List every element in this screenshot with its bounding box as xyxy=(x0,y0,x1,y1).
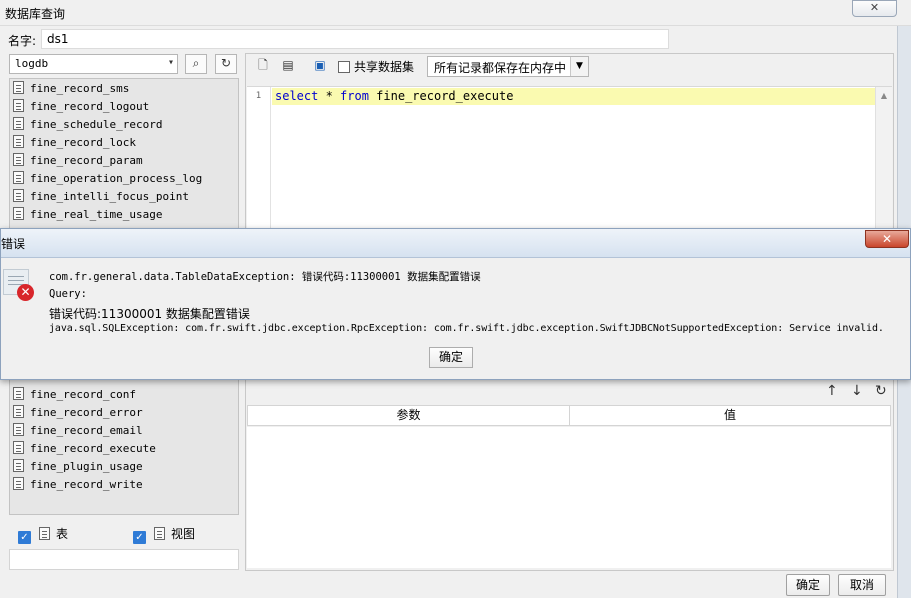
list-item[interactable]: fine_record_execute xyxy=(13,440,238,458)
name-label: 名字: xyxy=(8,34,37,48)
list-item[interactable]: fine_record_write xyxy=(13,476,238,494)
filter-table-checkbox[interactable]: ✓ 表 xyxy=(18,526,68,544)
cancel-button[interactable]: 取消 xyxy=(838,574,886,596)
error-x-icon: ✕ xyxy=(17,284,34,301)
error-dialog-close-button[interactable]: ✕ xyxy=(865,230,909,248)
checkbox-box xyxy=(338,61,350,73)
list-item[interactable]: fine_record_param xyxy=(13,152,238,170)
view-icon xyxy=(154,527,165,540)
sql-editor[interactable]: 1 select * from fine_record_execute ▲ xyxy=(247,86,892,229)
filter-view-checkbox[interactable]: ✓ 视图 xyxy=(133,526,195,544)
table-icon xyxy=(13,135,24,148)
list-item[interactable]: fine_operation_process_log xyxy=(13,170,238,188)
list-item[interactable]: fine_intelli_focus_point xyxy=(13,188,238,206)
list-item[interactable]: fine_record_lock xyxy=(13,134,238,152)
error-code-line: 错误代码:11300001 数据集配置错误 xyxy=(49,307,250,321)
filter-table-label: 表 xyxy=(56,527,69,541)
window-close-button[interactable]: ✕ xyxy=(852,0,897,17)
list-item[interactable]: fine_record_conf xyxy=(13,386,238,404)
save-query-button[interactable]: ▣ xyxy=(309,57,331,77)
param-table-body[interactable] xyxy=(247,427,891,568)
memory-mode-value: 所有记录都保存在内存中 xyxy=(434,61,567,75)
window-title-bar: 数据库查询 ✕ xyxy=(0,0,911,26)
move-up-icon[interactable]: ↑ xyxy=(826,383,838,399)
database-select[interactable]: logdb ▾ xyxy=(9,54,178,74)
editor-scrollbar[interactable]: ▲ xyxy=(875,87,892,229)
error-message-line: com.fr.general.data.TableDataException: … xyxy=(49,271,481,283)
move-down-icon[interactable]: ↓ xyxy=(851,383,863,399)
name-input[interactable]: ds1 xyxy=(41,29,669,49)
list-item[interactable]: fine_schedule_record xyxy=(13,116,238,134)
table-search-input[interactable] xyxy=(9,549,239,570)
list-item[interactable]: fine_record_sms xyxy=(13,80,238,98)
sql-keyword-select: select xyxy=(275,89,319,103)
search-icon: ⌕ xyxy=(192,56,200,70)
refresh-params-icon[interactable]: ↻ xyxy=(875,383,887,399)
filter-view-label: 视图 xyxy=(171,527,196,541)
checkmark-icon: ✓ xyxy=(133,531,146,544)
database-select-value: logdb xyxy=(15,57,49,70)
scroll-up-icon[interactable]: ▲ xyxy=(878,90,890,102)
table-icon xyxy=(13,441,24,454)
list-item[interactable]: fine_record_logout xyxy=(13,98,238,116)
table-icon xyxy=(13,207,24,220)
sql-keyword-from: from xyxy=(340,89,369,103)
database-icon: ▤ xyxy=(282,58,294,72)
table-icon xyxy=(13,153,24,166)
checkmark-icon: ✓ xyxy=(18,531,31,544)
chevron-down-icon: ▼ xyxy=(570,57,588,76)
table-icon xyxy=(39,527,50,540)
error-ok-button[interactable]: 确定 xyxy=(429,347,473,368)
sql-table-name: fine_record_execute xyxy=(368,89,514,103)
refresh-tables-button[interactable]: ↻ xyxy=(215,54,237,74)
chevron-down-icon: ▾ xyxy=(167,57,174,68)
table-icon xyxy=(13,477,24,490)
list-item[interactable]: fine_real_time_usage xyxy=(13,206,238,224)
table-icon xyxy=(13,171,24,184)
sql-star: * xyxy=(318,89,341,103)
memory-mode-select[interactable]: 所有记录都保存在内存中 ▼ xyxy=(427,56,589,77)
table-icon xyxy=(13,81,24,94)
error-icon: ✕ xyxy=(3,269,34,303)
table-icon xyxy=(13,99,24,112)
window-title: 数据库查询 xyxy=(5,7,66,21)
table-icon xyxy=(13,189,24,202)
search-table-button[interactable]: ⌕ xyxy=(185,54,207,74)
list-item[interactable]: fine_record_error xyxy=(13,404,238,422)
error-dialog-title: 错误 xyxy=(1,237,26,251)
table-icon xyxy=(13,405,24,418)
table-icon xyxy=(13,423,24,436)
share-dataset-label: 共享数据集 xyxy=(354,60,415,74)
share-dataset-checkbox[interactable]: 共享数据集 xyxy=(338,60,414,74)
error-dialog: 错误 ✕ ✕ com.fr.general.data.TableDataExce… xyxy=(0,228,911,380)
save-icon: ▣ xyxy=(314,58,326,72)
value-column-header: 值 xyxy=(723,408,736,422)
param-table-header: 参数 值 xyxy=(247,405,891,426)
error-exception-line: java.sql.SQLException: com.fr.swift.jdbc… xyxy=(49,323,884,334)
preview-icon: 🗋 xyxy=(258,58,268,72)
refresh-icon: ↻ xyxy=(220,56,232,70)
list-item[interactable]: fine_plugin_usage xyxy=(13,458,238,476)
table-icon xyxy=(13,387,24,400)
ok-button[interactable]: 确定 xyxy=(786,574,830,596)
preview-button[interactable]: 🗋 xyxy=(252,57,274,77)
table-icon xyxy=(13,459,24,472)
list-item[interactable]: fine_record_email xyxy=(13,422,238,440)
param-column-header: 参数 xyxy=(248,406,570,425)
error-dialog-title-bar: 错误 ✕ xyxy=(1,229,910,258)
line-number-gutter: 1 xyxy=(247,87,271,229)
error-query-label: Query: xyxy=(49,288,87,300)
table-icon xyxy=(13,117,24,130)
database-button[interactable]: ▤ xyxy=(277,57,299,77)
sql-line: select * from fine_record_execute xyxy=(275,89,513,104)
